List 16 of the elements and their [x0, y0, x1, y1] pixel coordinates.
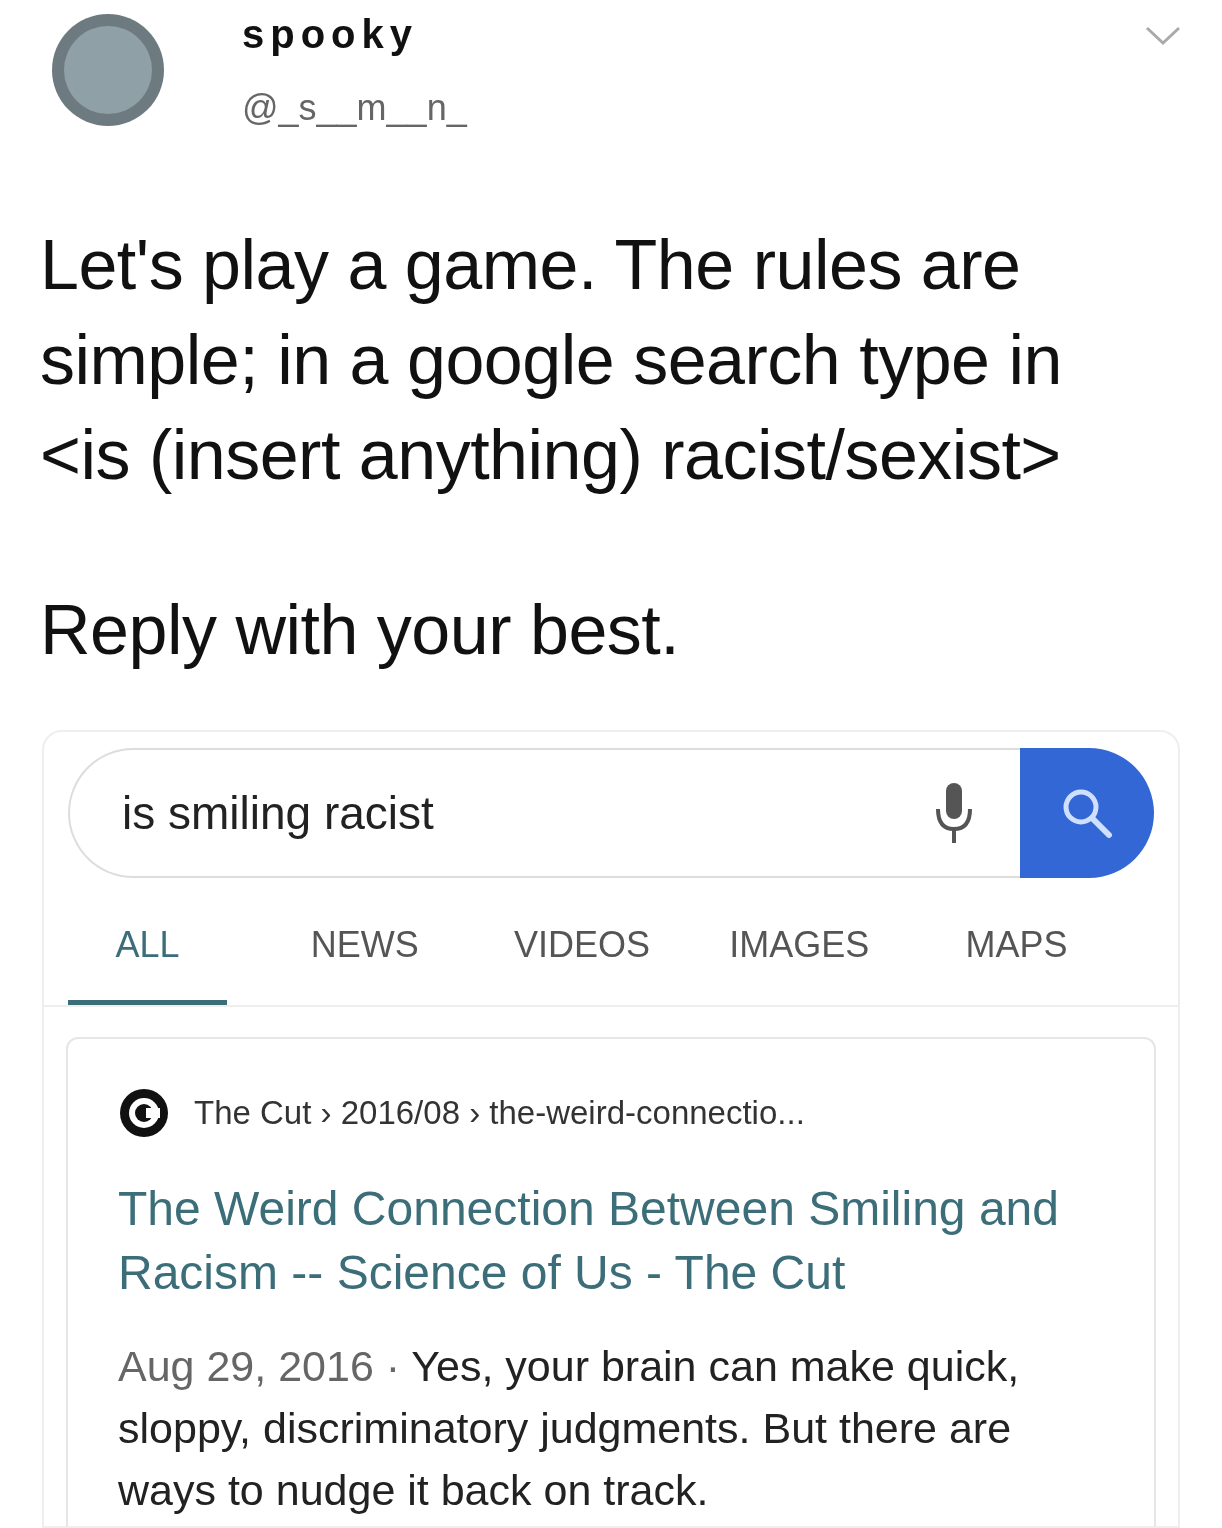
result-title-link[interactable]: The Weird Connection Between Smiling and Racism -- Science of Us - The Cut	[118, 1176, 1104, 1305]
tab[interactable]: NEWS	[285, 877, 445, 1005]
tweet-text: Let's play a game. The rules are simple; in a google search type in <is (insert anything) racist/sexist>	[40, 224, 1063, 496]
tab[interactable]: VIDEOS	[502, 877, 662, 1005]
result-snippet: Aug 29, 2016 · Yes, your brain can make quick, sloppy, discriminatory judgments. But there are ways to nudge it back on track.	[118, 1340, 1021, 1516]
site-icon	[118, 1086, 170, 1139]
tab[interactable]: MAPS	[936, 877, 1096, 1005]
voice-search-button[interactable]	[912, 747, 1020, 878]
search-button[interactable]	[1020, 747, 1154, 878]
tab[interactable]: ALL	[68, 877, 228, 1005]
tab[interactable]: IMAGES	[719, 877, 879, 1005]
user-handle: @_s__m__n_	[242, 90, 469, 126]
search-field[interactable]: is smiling racist	[68, 747, 912, 878]
breadcrumb: The Cut › 2016/08 › the-weird-connectio...	[194, 1092, 805, 1133]
tweet-text: Reply with your best.	[40, 589, 681, 671]
display-name: spooky	[242, 14, 420, 54]
